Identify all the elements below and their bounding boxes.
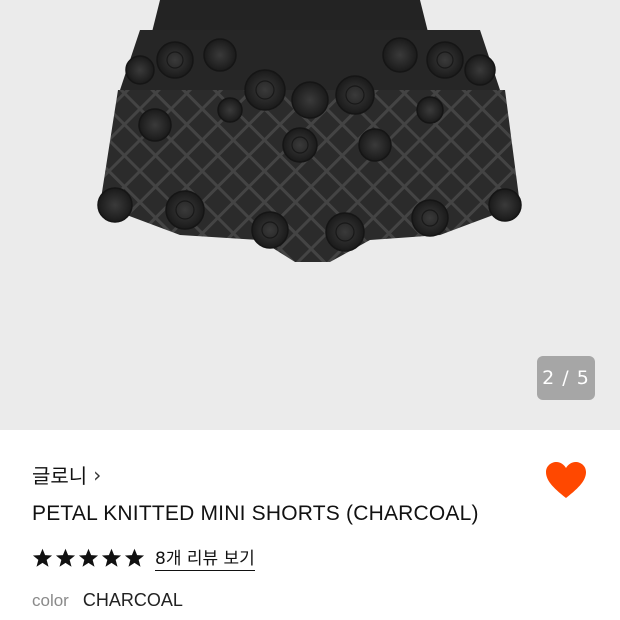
product-photo [97,0,522,262]
product-title: PETAL KNITTED MINI SHORTS (CHARCOAL) [32,502,479,525]
brand-link[interactable]: 글로니 › [32,460,101,489]
image-page-counter: 2 / 5 [537,356,595,400]
review-link[interactable]: 8개 리뷰 보기 [155,544,255,571]
rating-row: 8개 리뷰 보기 [32,544,255,571]
star-icon [32,548,53,567]
star-rating [32,548,145,568]
star-icon [55,548,76,567]
color-attribute: color CHARCOAL [32,590,183,611]
star-icon [124,548,145,567]
brand-name: 글로니 [32,464,88,488]
product-image-gallery[interactable]: 2 / 5 [0,0,620,430]
color-label: color [32,591,69,610]
chevron-right-icon: › [93,462,102,487]
star-icon [78,548,99,567]
wishlist-button[interactable] [544,460,588,500]
star-icon [101,548,122,567]
color-value: CHARCOAL [82,590,183,610]
product-info: 글로니 › PETAL KNITTED MINI SHORTS (CHARCOA… [0,430,620,620]
heart-icon [546,462,586,498]
